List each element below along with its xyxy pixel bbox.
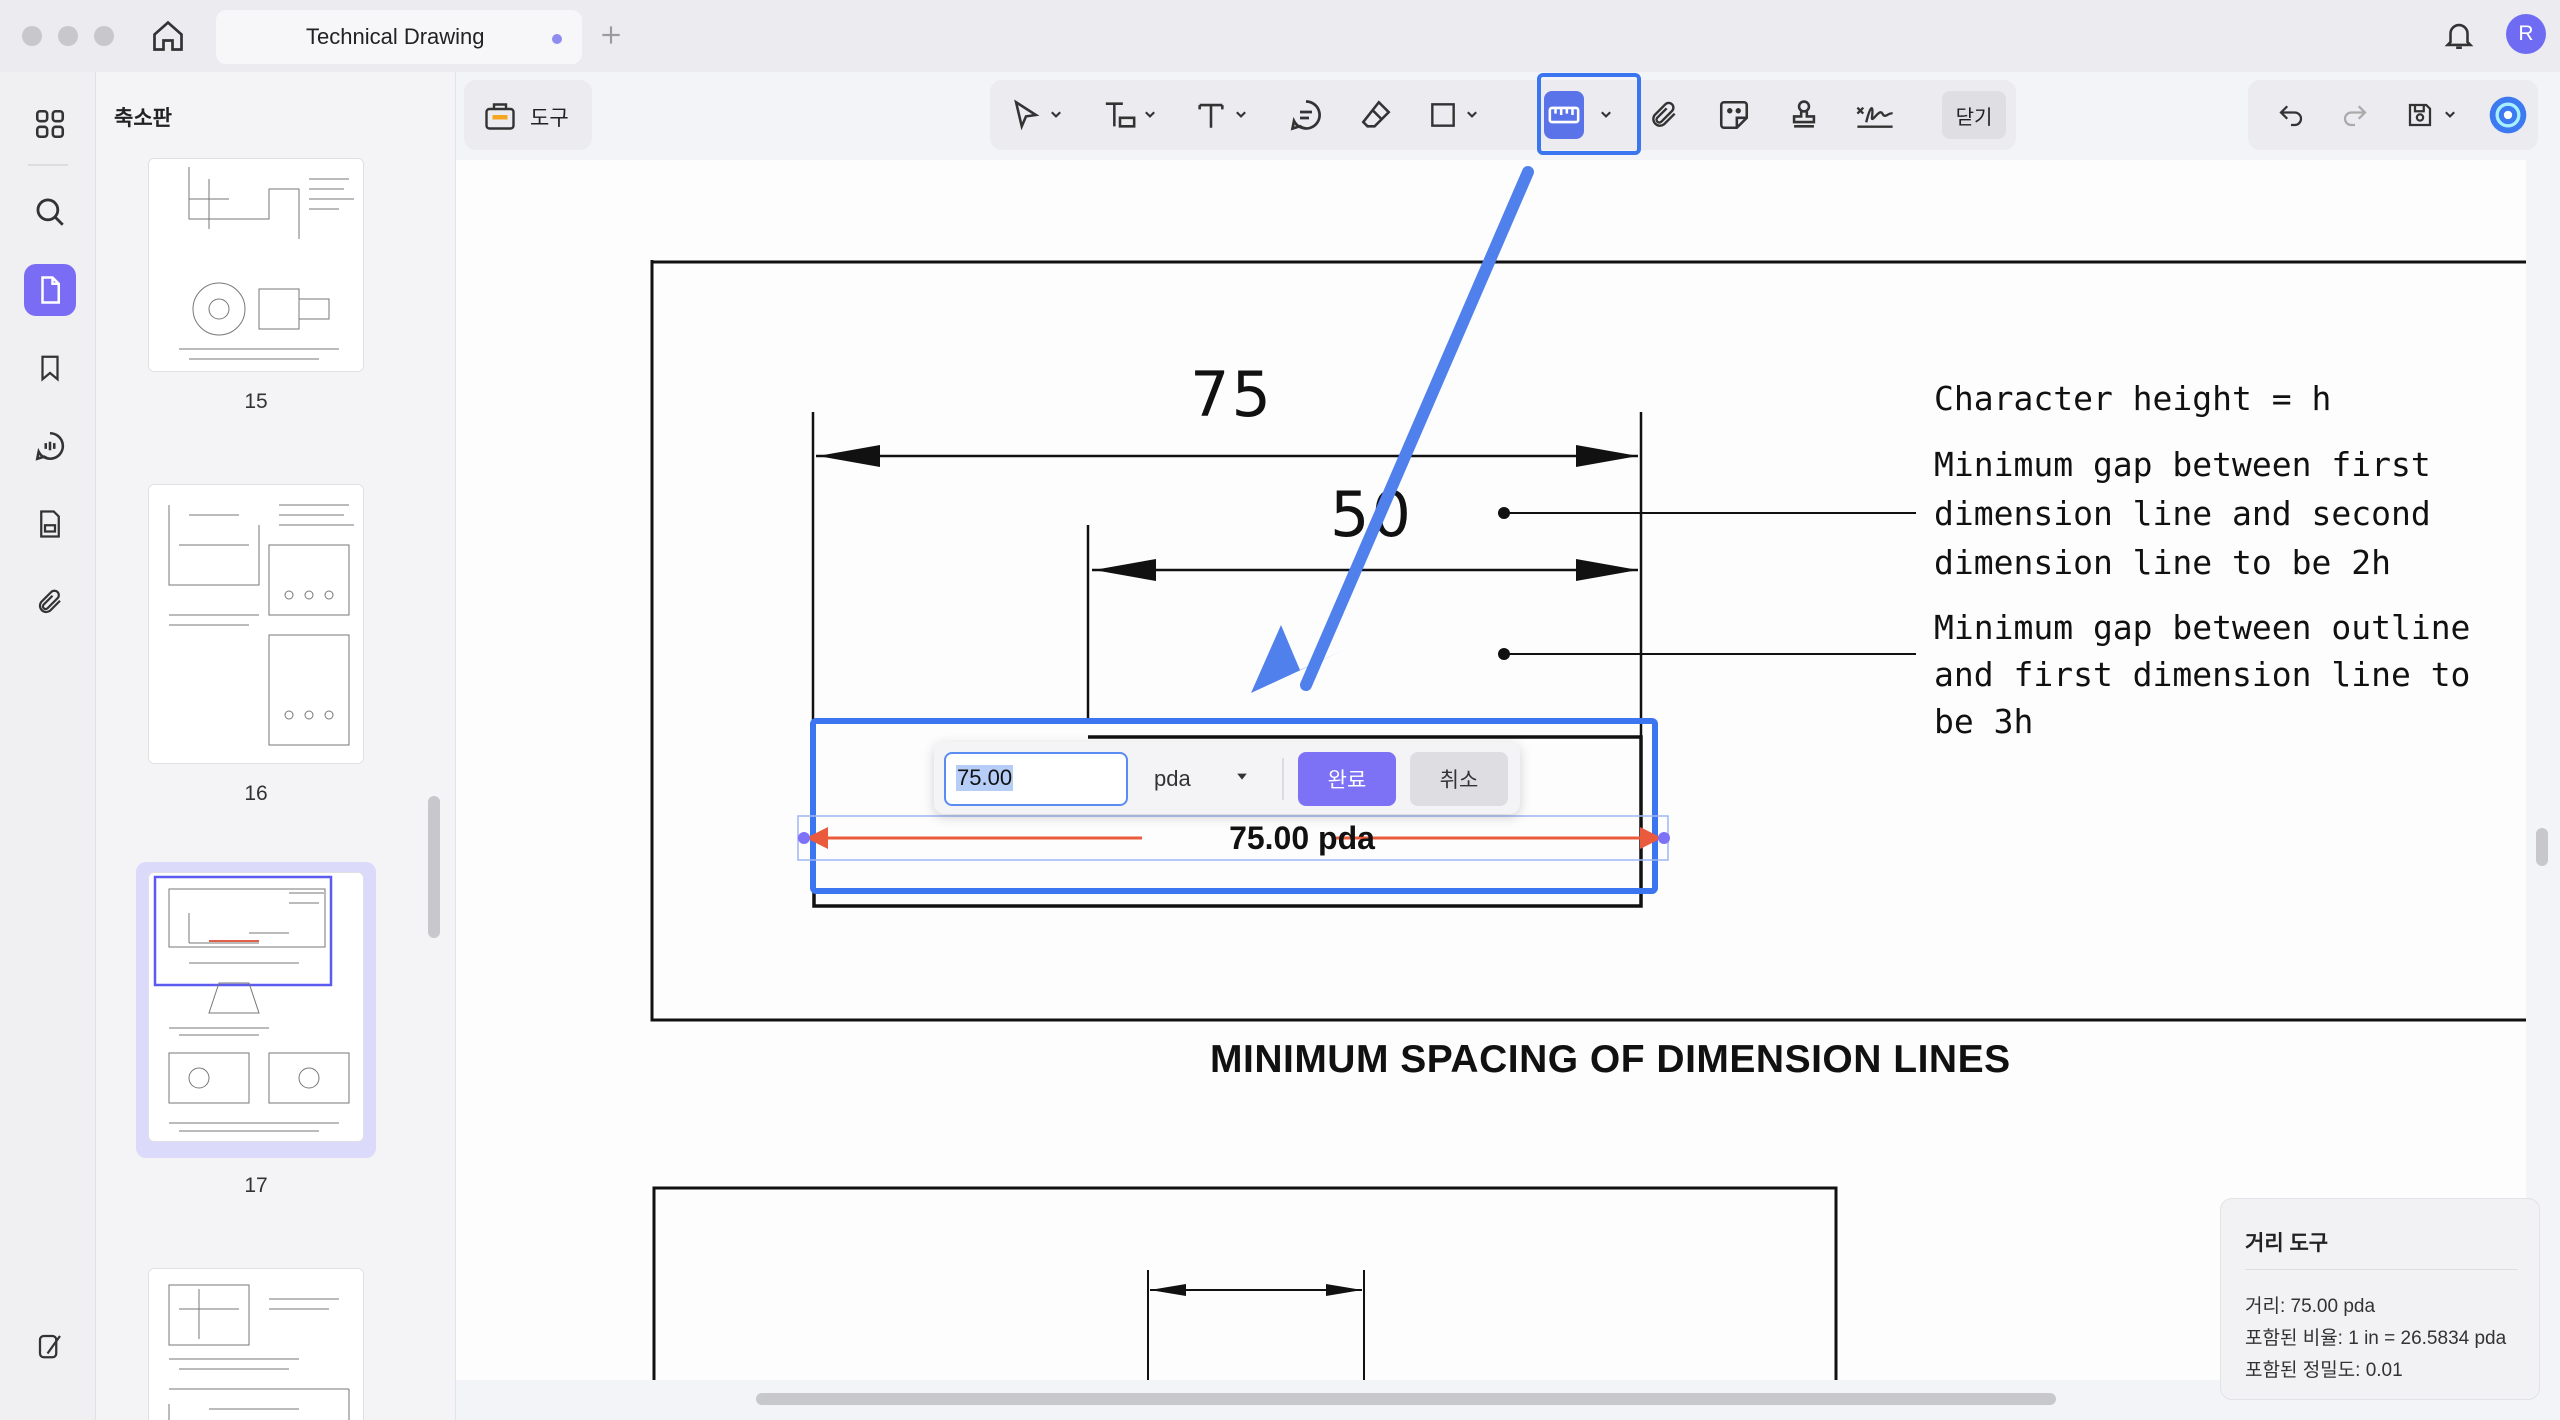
shape-tool-button[interactable] xyxy=(1418,91,1488,139)
zoom-window-button[interactable] xyxy=(94,26,114,46)
selected-text-highlight: 75.00 xyxy=(956,765,1014,791)
measure-tool-highlight xyxy=(1537,73,1641,155)
grid-icon[interactable] xyxy=(24,98,76,150)
annotation-toolbar: 닫기 xyxy=(990,80,2016,150)
toolbox-icon xyxy=(482,98,518,132)
dropdown-caret-icon xyxy=(1236,770,1248,782)
layers-icon[interactable] xyxy=(24,1320,76,1372)
chevron-down-icon xyxy=(1051,111,1061,118)
save-button[interactable] xyxy=(2396,91,2466,139)
thumbnail-panel: 축소판 15 16 17 xyxy=(96,72,456,1420)
cancel-button[interactable]: 취소 xyxy=(1410,752,1508,806)
redo-button[interactable] xyxy=(2332,91,2378,139)
page-thumbnail-17[interactable] xyxy=(148,872,364,1142)
close-tools-button[interactable]: 닫기 xyxy=(1942,91,2006,139)
comment-tool-button[interactable] xyxy=(1280,91,1332,139)
unit-select[interactable]: pda xyxy=(1140,752,1264,806)
chevron-down-icon xyxy=(1236,111,1246,118)
title-bar: Technical Drawing R xyxy=(0,0,2560,72)
tools-menu-button[interactable]: 도구 xyxy=(464,80,592,150)
thumbnail-page-number: 15 xyxy=(244,390,268,413)
page-thumbnail-18[interactable] xyxy=(148,1268,364,1420)
home-icon[interactable] xyxy=(150,18,186,54)
measurement-edit-popup: 75.00 pda 완료 취소 xyxy=(934,742,1520,814)
chevron-down-icon xyxy=(1145,111,1155,118)
done-button[interactable]: 완료 xyxy=(1298,752,1396,806)
chevron-down-icon xyxy=(2445,111,2455,118)
stamp-tool-button[interactable] xyxy=(1778,91,1830,139)
bell-icon[interactable] xyxy=(2442,18,2476,52)
measurement-value-label: 75.00 pda xyxy=(1229,820,1375,856)
right-toolbar xyxy=(2248,80,2538,150)
thumbnail-page-number: 16 xyxy=(244,782,268,805)
page-thumbnail-15[interactable] xyxy=(148,158,364,372)
chevron-down-icon xyxy=(1467,111,1477,118)
distance-value: 거리: 75.00 pda xyxy=(2245,1296,2376,1317)
new-tab-plus-icon[interactable] xyxy=(598,22,624,48)
close-window-button[interactable] xyxy=(22,26,42,46)
ai-assistant-icon[interactable] xyxy=(2486,91,2530,139)
eraser-tool-button[interactable] xyxy=(1350,91,1402,139)
tab-title: Technical Drawing xyxy=(306,24,485,49)
vertical-scrollbar[interactable] xyxy=(2536,828,2548,866)
document-tab[interactable]: Technical Drawing xyxy=(216,10,582,64)
scale-value: 포함된 비율: 1 in = 26.5834 pda xyxy=(2245,1328,2507,1349)
panel-title: 축소판 xyxy=(114,107,172,130)
popup-divider xyxy=(1282,758,1284,800)
left-icon-rail xyxy=(0,72,96,1420)
unsaved-dot xyxy=(552,34,562,44)
thumbnail-page-number: 17 xyxy=(244,1174,268,1197)
minimize-window-button[interactable] xyxy=(58,26,78,46)
info-panel-title: 거리 도구 xyxy=(2245,1232,2329,1255)
unit-select-value: pda xyxy=(1154,766,1191,791)
precision-value: 포함된 정밀도: 0.01 xyxy=(2245,1360,2403,1381)
avatar[interactable]: R xyxy=(2506,14,2546,54)
comment-icon[interactable] xyxy=(24,420,76,472)
attachment-icon[interactable] xyxy=(24,576,76,628)
select-tool-button[interactable] xyxy=(1006,91,1066,139)
signature-tool-button[interactable] xyxy=(1848,91,1902,139)
tools-label: 도구 xyxy=(530,107,569,130)
thumbnails-icon[interactable] xyxy=(24,264,76,316)
bookmark-icon[interactable] xyxy=(24,342,76,394)
text-box-tool-button[interactable] xyxy=(1094,91,1164,139)
undo-button[interactable] xyxy=(2268,91,2314,139)
distance-tool-info-panel: 거리 도구 거리: 75.00 pda 포함된 비율: 1 in = 26.58… xyxy=(2220,1198,2540,1400)
thumbnail-scrollbar[interactable] xyxy=(428,796,440,938)
page-thumbnail-16[interactable] xyxy=(148,484,364,764)
search-icon[interactable] xyxy=(24,186,76,238)
text-tool-button[interactable] xyxy=(1186,91,1256,139)
attach-tool-button[interactable] xyxy=(1638,91,1690,139)
form-icon[interactable] xyxy=(24,498,76,550)
horizontal-scrollbar[interactable] xyxy=(756,1393,2056,1405)
sticker-tool-button[interactable] xyxy=(1708,91,1760,139)
